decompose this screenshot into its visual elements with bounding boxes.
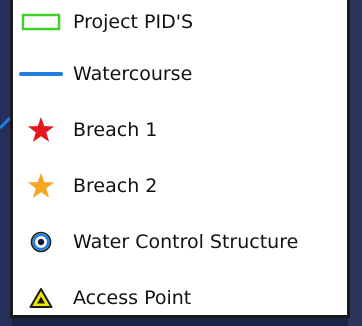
legend-label-breach-2: Breach 2 [73,175,158,197]
legend-label-water-control-structure: Water Control Structure [73,231,299,253]
orange-star-icon [13,166,69,206]
legend-label-project-pids: Project PID'S [73,11,194,33]
water-control-structure-icon [13,222,69,262]
map-viewport[interactable]: Project PID'S Watercourse Breach 1 Breac… [0,0,362,326]
blue-line-icon [13,54,69,94]
green-rectangle-icon [13,2,69,42]
red-star-icon [13,110,69,150]
access-point-triangle-icon [13,278,69,318]
map-legend: Project PID'S Watercourse Breach 1 Breac… [10,0,350,318]
legend-label-access-point: Access Point [73,287,192,309]
legend-label-watercourse: Watercourse [73,63,193,85]
legend-label-breach-1: Breach 1 [73,119,158,141]
